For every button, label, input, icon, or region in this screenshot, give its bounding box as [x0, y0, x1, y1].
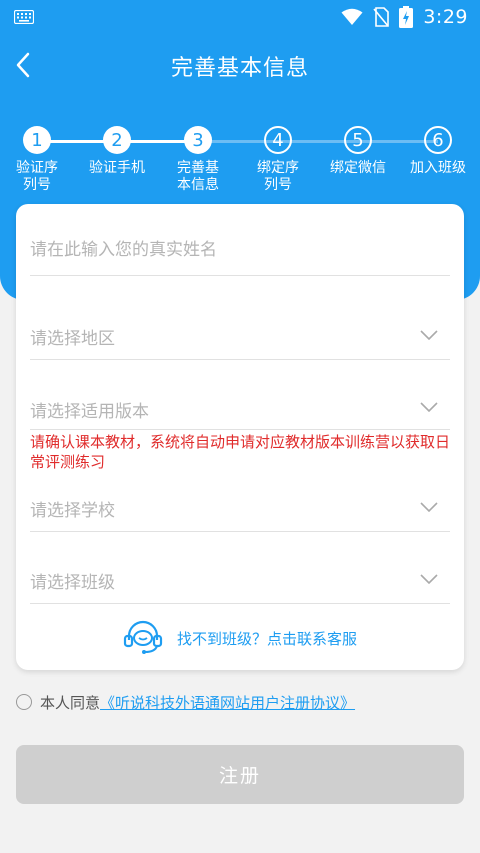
- step-number: 3: [184, 126, 212, 154]
- step-5: 5 绑定微信: [318, 126, 398, 177]
- step-6: 6 加入班级: [398, 126, 478, 177]
- school-placeholder: 请选择学校: [30, 501, 115, 521]
- wifi-icon: [341, 8, 363, 25]
- step-number: 4: [264, 126, 292, 154]
- version-warning: 请确认课本教材，系统将自动申请对应教材版本训练营以获取日常评测练习: [30, 433, 451, 471]
- step-label: 绑定微信: [330, 160, 386, 176]
- chevron-down-icon: [420, 502, 438, 512]
- step-1: 1 验证序 列号: [0, 126, 77, 194]
- contact-support-link[interactable]: 找不到班级？点击联系客服: [16, 618, 464, 658]
- status-time: 3:29: [423, 6, 468, 28]
- version-select[interactable]: 请选择适用版本: [30, 380, 450, 430]
- agreement-link[interactable]: 《听说科技外语通网站用户注册协议》: [100, 692, 355, 713]
- step-3: 3 完善基 本信息: [158, 126, 238, 194]
- form-card: 请选择地区 请选择适用版本 请确认课本教材，系统将自动申请对应教材版本训练营以获…: [16, 204, 464, 670]
- chevron-down-icon: [420, 330, 438, 340]
- step-indicator: 1 验证序 列号 2 验证手机 3 完善基 本信息 4 绑定序 列号 5 绑定微…: [0, 126, 480, 206]
- step-4: 4 绑定序 列号: [238, 126, 318, 194]
- step-label: 验证手机: [89, 160, 145, 176]
- nav-bar: 完善基本信息: [0, 40, 480, 90]
- step-number: 5: [344, 126, 372, 154]
- step-2: 2 验证手机: [77, 126, 157, 177]
- name-field: [30, 226, 450, 276]
- school-select[interactable]: 请选择学校: [30, 480, 450, 532]
- keyboard-icon: [14, 10, 34, 24]
- class-select[interactable]: 请选择班级: [30, 554, 450, 604]
- step-label: 加入班级: [410, 160, 466, 176]
- agreement-row: 本人同意 《听说科技外语通网站用户注册协议》: [16, 690, 355, 714]
- register-button[interactable]: 注册: [16, 745, 464, 804]
- step-label: 完善基 本信息: [177, 160, 219, 193]
- region-placeholder: 请选择地区: [30, 329, 115, 349]
- headset-support-icon: [123, 620, 163, 654]
- step-label: 验证序 列号: [16, 160, 58, 193]
- status-bar: 3:29: [0, 0, 480, 34]
- step-number: 1: [23, 126, 51, 154]
- battery-charging-icon: [399, 6, 414, 28]
- step-number: 2: [103, 126, 131, 154]
- support-text: 找不到班级？点击联系客服: [176, 629, 357, 648]
- class-placeholder: 请选择班级: [30, 573, 115, 593]
- version-placeholder: 请选择适用版本: [30, 402, 149, 422]
- name-input[interactable]: [30, 238, 410, 262]
- step-number: 6: [424, 126, 452, 154]
- agreement-radio[interactable]: [16, 694, 32, 710]
- chevron-down-icon: [420, 402, 438, 412]
- chevron-down-icon: [420, 574, 438, 584]
- agreement-prefix: 本人同意: [40, 693, 101, 712]
- region-select[interactable]: 请选择地区: [30, 310, 450, 360]
- no-sim-icon: [373, 7, 390, 27]
- step-label: 绑定序 列号: [257, 160, 299, 193]
- page-title: 完善基本信息: [170, 56, 309, 81]
